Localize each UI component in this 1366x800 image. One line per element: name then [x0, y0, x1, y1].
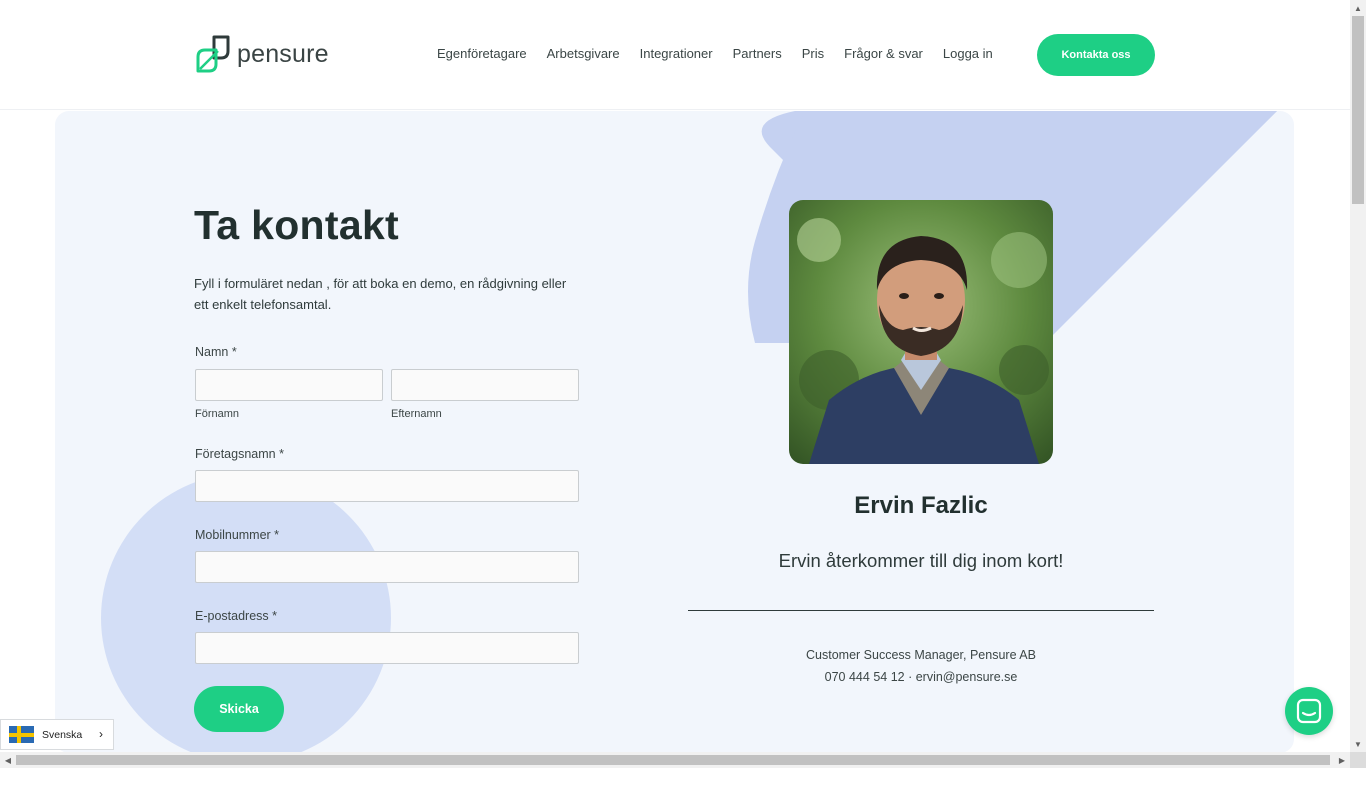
sweden-flag-icon [9, 726, 34, 743]
nav-pris[interactable]: Pris [802, 46, 824, 61]
email-label: E-postadress * [195, 609, 277, 623]
scroll-up-icon[interactable]: ▲ [1350, 0, 1366, 16]
nav-egenforetagare[interactable]: Egenföretagare [437, 46, 527, 61]
main-nav: Egenföretagare Arbetsgivare Integratione… [437, 46, 1013, 61]
contact-person-name: Ervin Fazlic [854, 492, 988, 519]
scroll-left-icon[interactable]: ◀ [0, 752, 16, 768]
company-input[interactable] [195, 470, 579, 502]
leaf-logo-icon [196, 35, 230, 73]
page-bottom-blank [0, 768, 1366, 800]
contact-person-photo [789, 200, 1053, 464]
nav-integrationer[interactable]: Integrationer [640, 46, 713, 61]
form-intro: Fyll i formuläret nedan , för att boka e… [194, 276, 567, 312]
nav-arbetsgivare[interactable]: Arbetsgivare [547, 46, 620, 61]
last-name-sublabel: Efternamn [391, 408, 442, 420]
contact-person-details: 070 444 54 12 · ervin@pensure.se [824, 670, 1018, 684]
scroll-down-icon[interactable]: ▼ [1350, 736, 1366, 752]
chat-launcher-button[interactable] [1285, 687, 1333, 735]
brand-name: pensure [237, 39, 329, 68]
name-label: Namn * [195, 345, 237, 359]
scrollbar-corner [1350, 752, 1366, 768]
submit-button[interactable]: Skicka [194, 686, 284, 732]
contact-us-button[interactable]: Kontakta oss [1037, 34, 1155, 76]
contact-person-role: Customer Success Manager, Pensure AB [806, 648, 1036, 662]
company-label: Företagsnamn * [195, 447, 284, 461]
scroll-right-icon[interactable]: ▶ [1334, 752, 1350, 768]
language-selector[interactable]: Svenska › [0, 719, 114, 750]
mobile-label: Mobilnummer * [195, 528, 280, 542]
site-header: pensure Egenföretagare Arbetsgivare Inte… [0, 0, 1350, 110]
contact-person-message: Ervin återkommer till dig inom kort! [778, 550, 1064, 571]
page-title: Ta kontakt [194, 202, 399, 248]
pensure-logo[interactable]: pensure [194, 34, 329, 74]
vertical-scroll-thumb[interactable] [1352, 16, 1364, 204]
chevron-right-icon: › [99, 727, 103, 741]
email-input[interactable] [195, 632, 579, 664]
nav-fragor-svar[interactable]: Frågor & svar [844, 46, 923, 61]
chat-icon [1296, 698, 1322, 724]
vertical-scrollbar[interactable]: ▲ ▼ [1350, 0, 1366, 752]
first-name-input[interactable] [195, 369, 383, 401]
horizontal-scrollbar[interactable]: ◀ ▶ [0, 752, 1350, 768]
first-name-sublabel: Förnamn [195, 408, 240, 420]
last-name-input[interactable] [391, 369, 579, 401]
nav-logga-in[interactable]: Logga in [943, 46, 993, 61]
divider [688, 610, 1154, 611]
portrait-image [789, 200, 1053, 464]
language-label: Svenska [42, 728, 83, 741]
mobile-input[interactable] [195, 551, 579, 583]
horizontal-scroll-thumb[interactable] [16, 755, 1330, 765]
nav-partners[interactable]: Partners [733, 46, 782, 61]
